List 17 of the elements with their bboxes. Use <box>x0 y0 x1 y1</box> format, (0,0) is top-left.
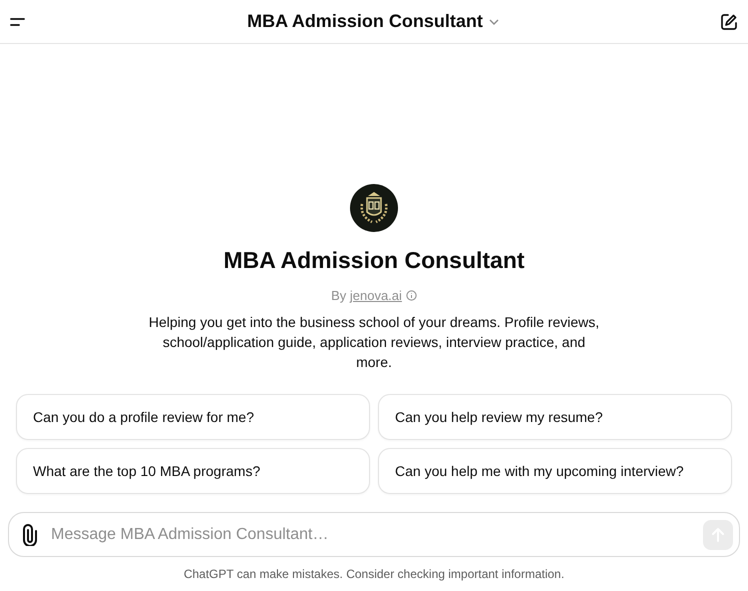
chevron-down-icon <box>488 18 499 24</box>
gpt-description: Helping you get into the business school of your dreams. Profile reviews, school/application guide, application reviews, interview practice, and more. <box>148 313 600 372</box>
suggestion-card[interactable]: Can you help review my resume? <box>378 394 732 440</box>
disclaimer: ChatGPT can make mistakes. Consider checking important information. <box>182 567 566 581</box>
message-composer[interactable]: Message MBA Admission Consultant… <box>8 512 740 557</box>
message-field[interactable]: Message MBA Admission Consultant… <box>49 524 693 544</box>
emblem-icon <box>350 184 398 232</box>
paperclip-icon[interactable] <box>21 524 39 546</box>
sidebar-menu-icon[interactable] <box>10 16 26 28</box>
gpt-name: MBA Admission Consultant <box>223 247 525 274</box>
new-chat-icon[interactable] <box>720 12 738 30</box>
suggestion-card[interactable]: Can you do a profile review for me? <box>16 394 370 440</box>
model-selector[interactable]: MBA Admission Consultant <box>239 7 507 36</box>
suggestion-card[interactable]: What are the top 10 MBA programs? <box>16 448 370 494</box>
suggestion-card[interactable]: Can you help me with my upcoming interview? <box>378 448 732 494</box>
byline: By jenova.ai <box>331 288 402 303</box>
info-icon[interactable] <box>406 290 417 301</box>
